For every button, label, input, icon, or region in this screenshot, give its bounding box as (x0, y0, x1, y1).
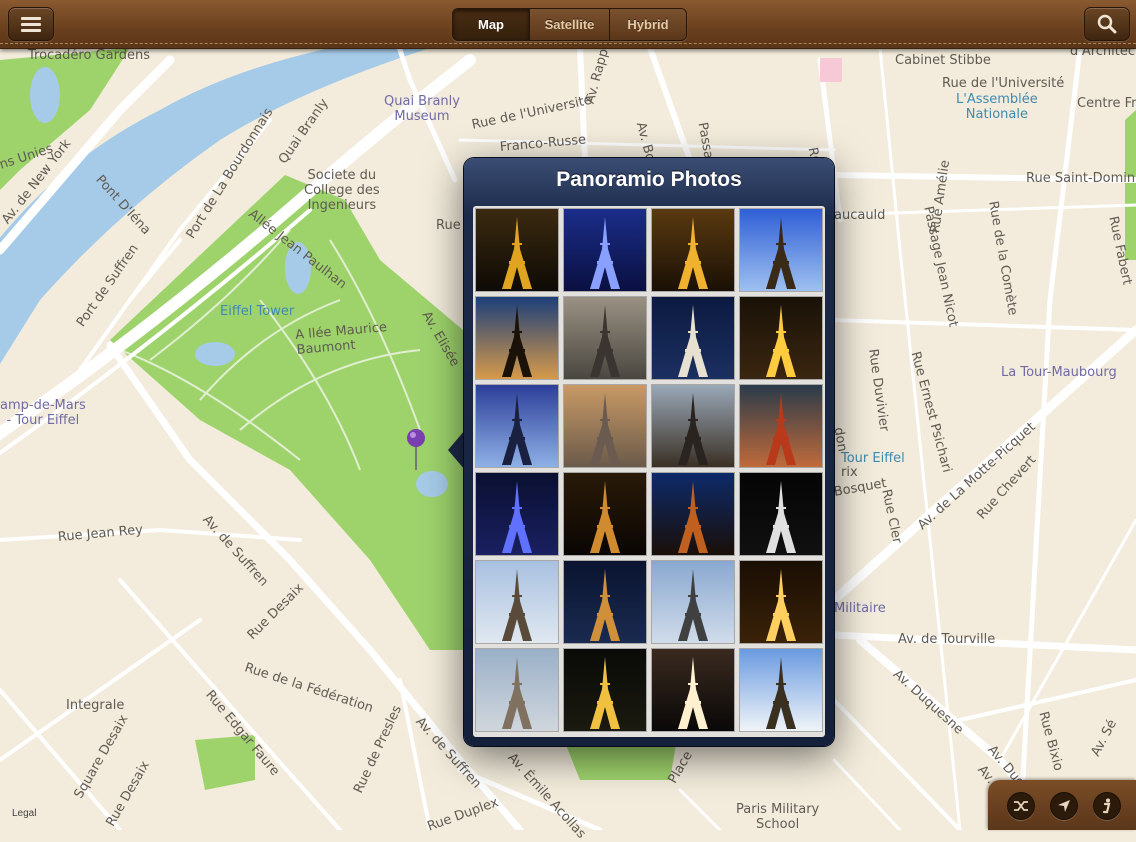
popover-arrow (448, 430, 465, 470)
legal-link[interactable]: Legal (12, 808, 36, 819)
map-label-rue: Rue (436, 218, 461, 233)
shuffle-icon (1014, 801, 1028, 811)
photo-thumbnail[interactable] (564, 561, 646, 643)
magnifier-icon (1097, 14, 1117, 34)
photo-thumbnail[interactable] (652, 297, 734, 379)
photo-thumbnail[interactable] (476, 561, 558, 643)
map-label-la-tour-maubourg: La Tour-Maubourg (1001, 365, 1117, 380)
map-type-map[interactable]: Map (453, 9, 530, 40)
map-label-trocadero: Trocadéro Gardens (28, 48, 150, 63)
map-label-rix: rix (841, 465, 858, 480)
photo-thumbnail[interactable] (564, 473, 646, 555)
map-label-cabinet-stibbe: Cabinet Stibbe (895, 53, 991, 68)
map-label-av-tourville: Av. de Tourville (898, 632, 996, 647)
map-type-hybrid[interactable]: Hybrid (610, 9, 686, 40)
menu-button[interactable] (8, 7, 54, 41)
photo-thumbnail[interactable] (476, 385, 558, 467)
map-label-eiffel-tower: Eiffel Tower (220, 304, 295, 319)
info-button[interactable] (1093, 792, 1121, 820)
photo-thumbnail[interactable] (740, 385, 822, 467)
photo-thumbnail[interactable] (652, 649, 734, 731)
top-toolbar: Map Satellite Hybrid (0, 0, 1136, 49)
map-label-integrale: Integrale (66, 698, 125, 713)
map-label-tour-eiffel-right: Tour Eiffel (841, 451, 905, 466)
photo-thumbnail[interactable] (740, 473, 822, 555)
map-label-rue-universite-2: Rue de l'Université (942, 76, 1065, 91)
map-label-societe: Societe du College des Ingenieurs (304, 168, 380, 213)
photo-thumbnail[interactable] (564, 209, 646, 291)
panoramio-popover: Panoramio Photos (464, 158, 834, 746)
photo-thumbnail[interactable] (564, 385, 646, 467)
photo-thumbnail[interactable] (652, 385, 734, 467)
photo-thumbnail[interactable] (652, 209, 734, 291)
photo-thumbnail[interactable] (476, 297, 558, 379)
photo-thumbnail[interactable] (476, 209, 558, 291)
location-button[interactable] (1050, 792, 1078, 820)
photo-thumbnail[interactable] (740, 209, 822, 291)
map-label-aucauld: aucauld (834, 208, 886, 223)
map-label-militaire: Militaire (834, 601, 886, 616)
photo-thumbnail[interactable] (740, 561, 822, 643)
map-label-quai-branly-museum: Quai Branly Museum (384, 94, 460, 124)
photo-thumbnail[interactable] (652, 473, 734, 555)
photo-thumbnail[interactable] (476, 473, 558, 555)
photo-thumbnail[interactable] (652, 561, 734, 643)
photo-grid[interactable] (473, 206, 825, 737)
search-button[interactable] (1084, 7, 1130, 41)
map-label-centre-fr: Centre Fr (1077, 96, 1136, 111)
photo-thumbnail[interactable] (564, 297, 646, 379)
map-label-champ-mars: amp-de-Mars - Tour Eiffel (0, 398, 86, 428)
bottom-controls (988, 780, 1136, 830)
hamburger-icon (21, 17, 41, 32)
map-label-assemblee: L'Assemblée Nationale (956, 92, 1038, 122)
shuffle-button[interactable] (1007, 792, 1035, 820)
photo-thumbnail[interactable] (740, 297, 822, 379)
map-type-satellite[interactable]: Satellite (530, 9, 610, 40)
map-type-segmented-control: Map Satellite Hybrid (452, 8, 687, 41)
popover-title: Panoramio Photos (556, 168, 742, 191)
photo-thumbnail[interactable] (564, 649, 646, 731)
map-pin[interactable] (405, 428, 429, 472)
photo-thumbnail[interactable] (740, 649, 822, 731)
location-arrow-icon (1058, 800, 1070, 812)
photo-thumbnail[interactable] (476, 649, 558, 731)
map-label-paris-military: Paris Military School (736, 802, 820, 832)
info-icon (1102, 798, 1111, 814)
map-label-rue-saint-dominique: Rue Saint-Domin (1026, 171, 1136, 186)
